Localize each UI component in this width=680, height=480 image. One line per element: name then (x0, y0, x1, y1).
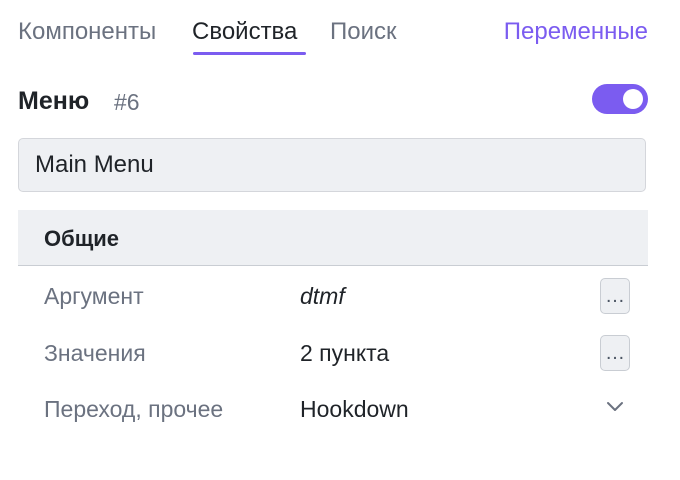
tab-components[interactable]: Компоненты (18, 18, 156, 46)
chevron-down-icon[interactable] (602, 393, 628, 419)
tab-bar: Компоненты Свойства Поиск Переменные (18, 0, 648, 56)
enabled-toggle[interactable] (592, 84, 648, 114)
toggle-knob (623, 89, 643, 109)
more-button[interactable]: … (600, 278, 630, 314)
tab-properties[interactable]: Свойства (192, 18, 297, 46)
property-row-transition: Переход, прочее Hookdown (18, 381, 648, 437)
property-value: 2 пункта (300, 340, 390, 366)
component-name-field[interactable] (18, 138, 646, 192)
more-button[interactable]: … (600, 335, 630, 371)
variables-link[interactable]: Переменные (504, 18, 648, 46)
section-title: Общие (44, 226, 120, 251)
tab-search[interactable]: Поиск (330, 18, 397, 46)
property-label: Переход, прочее (44, 396, 224, 422)
section-general-header[interactable]: Общие (18, 210, 648, 266)
component-title: Меню (18, 87, 90, 115)
property-value: Hookdown (300, 396, 409, 422)
component-header: Меню #6 (18, 84, 648, 118)
property-label: Аргумент (44, 283, 144, 309)
component-id: #6 (114, 89, 140, 115)
property-row-values: Значения 2 пункта … (18, 325, 648, 381)
active-tab-indicator (193, 52, 306, 55)
property-label: Значения (44, 340, 146, 366)
property-row-argument: Аргумент dtmf … (18, 268, 648, 324)
property-value: dtmf (300, 283, 345, 309)
